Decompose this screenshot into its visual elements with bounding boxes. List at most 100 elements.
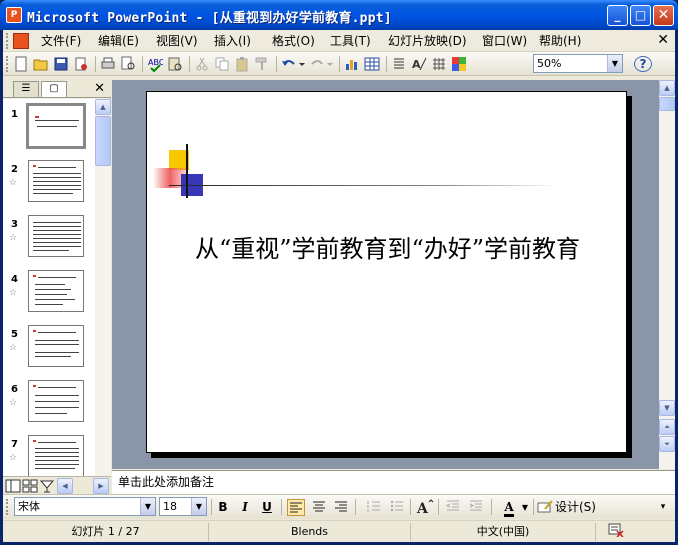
scroll-right-icon[interactable]: ▶ bbox=[93, 478, 109, 494]
insert-chart-icon[interactable] bbox=[344, 56, 360, 72]
scroll-down-icon[interactable]: ▼ bbox=[659, 400, 675, 416]
menu-grip-icon[interactable] bbox=[6, 33, 9, 49]
help-icon[interactable]: ? bbox=[634, 56, 652, 72]
slide-thumb-6[interactable]: 6 ☆ bbox=[3, 380, 96, 435]
slide-scrollbar[interactable]: ▲ ▼ ⏶ ⏷ bbox=[659, 80, 675, 469]
italic-button[interactable]: I bbox=[236, 499, 254, 516]
increase-indent-icon[interactable] bbox=[467, 499, 485, 516]
toolbar-options-icon[interactable]: ▾ bbox=[657, 499, 669, 516]
document-icon[interactable] bbox=[13, 33, 29, 49]
next-slide-icon[interactable]: ⏷ bbox=[659, 436, 675, 452]
increase-font-icon[interactable]: A bbox=[416, 499, 434, 517]
slide-thumbnail[interactable] bbox=[28, 325, 84, 367]
slide-thumbnail[interactable] bbox=[28, 380, 84, 422]
slide-thumb-1[interactable]: 1 bbox=[3, 103, 96, 160]
toolbar-grip-icon[interactable] bbox=[6, 56, 9, 72]
scroll-thumb[interactable] bbox=[95, 116, 111, 166]
color-icon[interactable] bbox=[451, 56, 467, 72]
redo-icon[interactable] bbox=[309, 56, 335, 72]
undo-icon[interactable] bbox=[281, 56, 307, 72]
slide-thumbnail[interactable] bbox=[28, 160, 84, 202]
slide-thumb-5[interactable]: 5 ☆ bbox=[3, 325, 96, 380]
scroll-left-icon[interactable]: ◀ bbox=[57, 478, 73, 494]
slide-thumbnail[interactable] bbox=[28, 435, 84, 477]
research-icon[interactable] bbox=[167, 56, 183, 72]
slide-title[interactable]: 从“重视”学前教育到“办好”学前教育 bbox=[147, 229, 628, 264]
menu-view[interactable]: 视图(V) bbox=[156, 33, 198, 49]
menu-help[interactable]: 帮助(H) bbox=[539, 33, 581, 49]
slide-thumb-2[interactable]: 2 ☆ bbox=[3, 160, 96, 215]
slide-sorter-view-icon[interactable] bbox=[22, 478, 38, 494]
spelling-status-icon[interactable] bbox=[596, 523, 636, 541]
thumbnails-scrollbar[interactable]: ▲ ▼ bbox=[95, 99, 111, 510]
document-close-button[interactable]: ✕ bbox=[657, 32, 669, 48]
design-button[interactable]: 设计(S) bbox=[555, 499, 605, 516]
language-indicator[interactable]: 中文(中国) bbox=[411, 523, 596, 541]
grid-icon[interactable] bbox=[431, 56, 447, 72]
format-painter-icon[interactable] bbox=[254, 56, 270, 72]
previous-slide-icon[interactable]: ⏶ bbox=[659, 419, 675, 435]
chevron-down-icon[interactable]: ▼ bbox=[191, 498, 206, 515]
scroll-up-icon[interactable]: ▲ bbox=[659, 80, 675, 96]
tab-outline[interactable]: ☰ bbox=[13, 81, 39, 97]
notes-pane[interactable]: 单击此处添加备注 bbox=[112, 470, 675, 494]
insert-table-icon[interactable] bbox=[364, 56, 380, 72]
scroll-up-icon[interactable]: ▲ bbox=[95, 99, 111, 115]
close-button[interactable]: ✕ bbox=[653, 5, 674, 26]
underline-button[interactable]: U bbox=[258, 499, 276, 516]
align-right-button[interactable] bbox=[332, 499, 350, 516]
zoom-combo[interactable]: 50% ▼ bbox=[533, 54, 623, 73]
menu-edit[interactable]: 编辑(E) bbox=[98, 33, 139, 49]
paste-icon[interactable] bbox=[234, 56, 250, 72]
scroll-thumb[interactable] bbox=[659, 97, 675, 111]
menu-format[interactable]: 格式(O) bbox=[272, 33, 315, 49]
powerpoint-app-icon[interactable]: P bbox=[6, 7, 22, 23]
bold-button[interactable]: B bbox=[214, 499, 232, 516]
menu-file[interactable]: 文件(F) bbox=[41, 33, 81, 49]
cut-icon[interactable] bbox=[194, 56, 210, 72]
open-icon[interactable] bbox=[33, 56, 49, 72]
title-bar[interactable]: P Microsoft PowerPoint - [从重视到办好学前教育.ppt… bbox=[0, 0, 678, 30]
slideshow-view-icon[interactable] bbox=[39, 478, 55, 494]
menu-insert[interactable]: 插入(I) bbox=[214, 33, 251, 49]
permission-icon[interactable] bbox=[73, 56, 89, 72]
slide-thumbnail[interactable] bbox=[28, 215, 84, 257]
panel-close-button[interactable]: ✕ bbox=[94, 81, 105, 96]
font-size-combo[interactable]: 18 ▼ bbox=[159, 497, 207, 516]
spelling-icon[interactable]: ABC bbox=[147, 56, 165, 73]
menu-window[interactable]: 窗口(W) bbox=[482, 33, 527, 49]
star-icon: ☆ bbox=[9, 288, 18, 298]
slide-thumb-4[interactable]: 4 ☆ bbox=[3, 270, 96, 325]
bullets-icon[interactable] bbox=[388, 499, 406, 516]
copy-icon[interactable] bbox=[214, 56, 230, 72]
chevron-down-icon[interactable]: ▼ bbox=[520, 499, 530, 516]
show-formatting-icon[interactable]: A bbox=[411, 56, 427, 72]
toolbar-grip-icon[interactable] bbox=[6, 499, 9, 515]
normal-view-icon[interactable] bbox=[5, 478, 21, 494]
maximize-button[interactable]: □ bbox=[630, 5, 651, 26]
font-color-button[interactable]: A bbox=[498, 499, 520, 517]
slide-number: 6 bbox=[11, 384, 18, 395]
align-center-button[interactable] bbox=[310, 499, 328, 516]
save-icon[interactable] bbox=[53, 56, 69, 72]
decrease-indent-icon[interactable] bbox=[444, 499, 462, 516]
numbering-icon[interactable] bbox=[365, 499, 383, 516]
slide-number: 3 bbox=[11, 219, 18, 230]
tab-slides[interactable]: ▢ bbox=[41, 81, 67, 97]
print-icon[interactable] bbox=[100, 56, 116, 72]
new-icon[interactable] bbox=[13, 56, 29, 72]
slide-thumbnail[interactable] bbox=[28, 270, 84, 312]
expand-icon[interactable] bbox=[391, 56, 407, 72]
print-preview-icon[interactable] bbox=[120, 56, 136, 72]
chevron-down-icon[interactable]: ▼ bbox=[607, 55, 622, 72]
minimize-button[interactable]: _ bbox=[607, 5, 628, 26]
slide-thumb-3[interactable]: 3 ☆ bbox=[3, 215, 96, 270]
current-slide[interactable]: 从“重视”学前教育到“办好”学前教育 bbox=[146, 91, 627, 453]
font-combo[interactable]: 宋体 ▼ bbox=[14, 497, 156, 516]
menu-tools[interactable]: 工具(T) bbox=[330, 33, 371, 49]
align-left-button[interactable] bbox=[287, 499, 305, 516]
design-icon[interactable] bbox=[537, 499, 553, 516]
slide-thumbnail[interactable] bbox=[26, 103, 86, 149]
menu-slideshow[interactable]: 幻灯片放映(D) bbox=[388, 33, 467, 49]
chevron-down-icon[interactable]: ▼ bbox=[140, 498, 155, 515]
